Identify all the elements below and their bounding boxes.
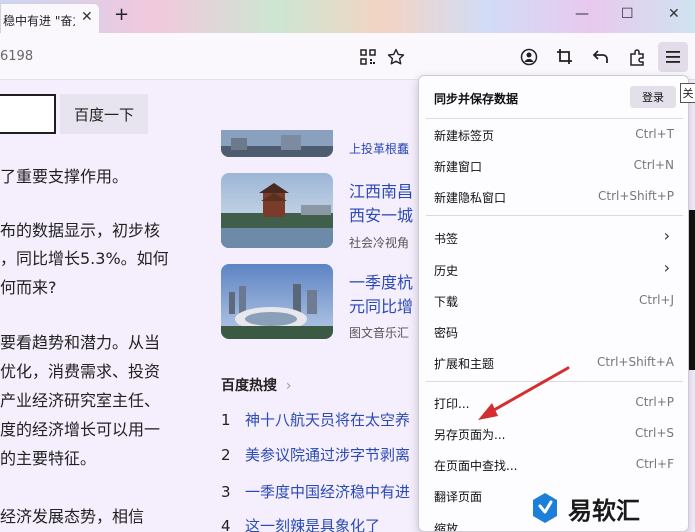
chevron-right-icon: › <box>663 226 670 245</box>
menu-item-shortcut: Ctrl+S <box>634 426 674 440</box>
news-source: 图文音乐汇 <box>349 326 410 340</box>
menu-item-label: 密码 <box>434 326 459 340</box>
menu-item-label: 缩放 <box>434 522 459 532</box>
hot-search-item[interactable]: 2 美参议院通过涉字节剥离 <box>221 444 410 465</box>
menu-item-shortcut: Ctrl+J <box>639 293 674 307</box>
menu-item-label: 历史 <box>434 264 459 278</box>
news-title[interactable]: 一季度杭 <box>349 269 413 293</box>
menu-item-shortcut: Ctrl+T <box>635 127 674 141</box>
url-field[interactable]: 6198 <box>0 49 33 64</box>
navigation-bar: 6198 <box>0 33 695 80</box>
hot-text: 神十八航天员将在太空养 <box>245 411 411 429</box>
menu-item-shortcut: Ctrl+Shift+A <box>597 355 674 369</box>
sync-heading: 同步并保存数据 <box>434 92 519 106</box>
menu-item-shortcut: Ctrl+F <box>635 457 674 471</box>
chevron-right-icon: › <box>285 378 292 394</box>
news-title[interactable]: 江西南昌 <box>349 178 413 202</box>
menu-item-shortcut: Ctrl+Shift+P <box>598 189 674 203</box>
app-menu-button[interactable] <box>658 42 688 72</box>
menu-item-find-in-page[interactable]: 在页面中查找... Ctrl+F <box>419 449 688 479</box>
news-source: 社会冷视角 <box>349 236 410 250</box>
account-icon[interactable] <box>519 47 539 67</box>
news-thumbnail[interactable] <box>221 130 333 157</box>
tab-close-icon[interactable]: ✕ <box>81 9 93 25</box>
menu-item-downloads[interactable]: 下载 Ctrl+J <box>419 285 688 315</box>
article-line: 的主要特征。 <box>0 449 97 468</box>
menu-item-new-private-window[interactable]: 新建隐私窗口 Ctrl+Shift+P <box>419 181 688 211</box>
menu-item-label: 扩展和主题 <box>434 357 495 371</box>
crop-screenshot-icon[interactable] <box>555 47 575 67</box>
watermark-logo-icon <box>533 493 557 523</box>
undo-arrow-icon[interactable] <box>591 47 611 67</box>
menu-item-shortcut: Ctrl+P <box>635 395 674 409</box>
article-line: 何而来? <box>0 278 57 297</box>
hot-search-heading[interactable]: 百度热搜 › <box>221 375 291 395</box>
hot-rank: 3 <box>221 483 231 501</box>
chevron-right-icon: › <box>663 258 670 277</box>
menu-divider <box>426 381 683 382</box>
menu-item-bookmarks[interactable]: 书签 › <box>419 222 688 252</box>
hot-search-item[interactable]: 4 这一刻辣是具象化了 <box>221 515 380 532</box>
search-button[interactable]: 百度一下 <box>60 94 148 134</box>
bookmark-star-icon[interactable] <box>386 47 406 67</box>
menu-item-new-window[interactable]: 新建窗口 Ctrl+N <box>419 150 688 180</box>
tab-title: 稳中有进 "奋力 <box>3 14 75 28</box>
hot-search-title: 百度热搜 <box>221 378 277 394</box>
article-line: 度的经济增长可以用一 <box>0 420 161 439</box>
hot-search-item[interactable]: 1 神十八航天员将在太空养 <box>221 409 410 430</box>
watermark-logo: 易软汇 <box>530 488 690 528</box>
menu-item-history[interactable]: 历史 › <box>419 254 688 284</box>
browser-tab[interactable]: 稳中有进 "奋力 ✕ <box>0 3 100 33</box>
news-thumbnail[interactable] <box>221 264 333 339</box>
menu-item-label: 书签 <box>434 232 459 246</box>
extensions-puzzle-icon[interactable] <box>627 47 647 67</box>
article-line: 要看趋势和潜力。从当 <box>0 333 161 352</box>
menu-item-extensions-themes[interactable]: 扩展和主题 Ctrl+Shift+A <box>419 347 688 377</box>
menu-item-print[interactable]: 打印... Ctrl+P <box>419 387 688 417</box>
menu-item-label: 下载 <box>434 295 459 309</box>
hot-rank: 2 <box>221 446 231 464</box>
menu-item-passwords[interactable]: 密码 <box>419 316 688 346</box>
app-menu-panel: 同步并保存数据 登录 新建标签页 Ctrl+T 新建窗口 Ctrl+N 新建隐私… <box>418 75 689 532</box>
article-line: 产业经济研究室主任、 <box>0 391 161 410</box>
menu-item-label: 在页面中查找... <box>434 459 518 473</box>
login-button[interactable]: 登录 <box>630 86 676 108</box>
title-bar: 稳中有进 "奋力 ✕ + — ☐ ✕ <box>0 0 695 33</box>
article-line: 了重要支撑作用。 <box>0 167 129 186</box>
qr-code-icon[interactable] <box>358 47 378 67</box>
new-tab-button[interactable]: + <box>114 4 129 25</box>
minimize-button[interactable]: — <box>575 6 589 22</box>
menu-item-label: 打印... <box>434 397 470 411</box>
hot-rank: 1 <box>221 411 231 429</box>
article-line: 经济发展态势，相信 <box>0 507 145 526</box>
news-title[interactable]: 西安一城 <box>349 202 413 226</box>
menu-item-label: 翻译页面 <box>434 490 483 504</box>
hamburger-menu-icon <box>666 51 680 63</box>
hot-rank: 4 <box>221 517 231 532</box>
article-line: ，同比增长5.3%。如何 <box>0 249 169 268</box>
maximize-button[interactable]: ☐ <box>621 6 634 22</box>
menu-item-label: 另存页面为... <box>434 428 506 442</box>
watermark-text: 易软汇 <box>568 496 640 525</box>
menu-item-shortcut: Ctrl+N <box>633 158 674 172</box>
menu-item-label: 新建标签页 <box>434 129 495 143</box>
scrollbar[interactable] <box>689 210 695 370</box>
search-input[interactable] <box>0 94 56 134</box>
news-snippet[interactable]: 上投革根蠢 <box>349 140 409 157</box>
menu-item-label: 新建窗口 <box>434 160 483 174</box>
article-line: 布的数据显示，初步核 <box>0 221 161 240</box>
menu-item-label: 新建隐私窗口 <box>434 191 507 205</box>
window-close-button[interactable]: ✕ <box>668 6 680 22</box>
menu-item-save-page-as[interactable]: 另存页面为... Ctrl+S <box>419 418 688 448</box>
edge-close-button[interactable]: 关 <box>680 83 695 103</box>
news-title[interactable]: 元同比增 <box>349 293 413 317</box>
news-thumbnail[interactable] <box>221 173 333 248</box>
hot-text: 美参议院通过涉字节剥离 <box>245 446 411 464</box>
hot-text: 这一刻辣是具象化了 <box>245 517 381 532</box>
menu-item-new-tab[interactable]: 新建标签页 Ctrl+T <box>419 119 688 149</box>
hot-text: 一季度中国经济稳中有进 <box>245 483 411 501</box>
menu-divider <box>426 215 683 216</box>
article-line: 优化，消费需求、投资 <box>0 362 161 381</box>
hot-search-item[interactable]: 3 一季度中国经济稳中有进 <box>221 481 410 502</box>
